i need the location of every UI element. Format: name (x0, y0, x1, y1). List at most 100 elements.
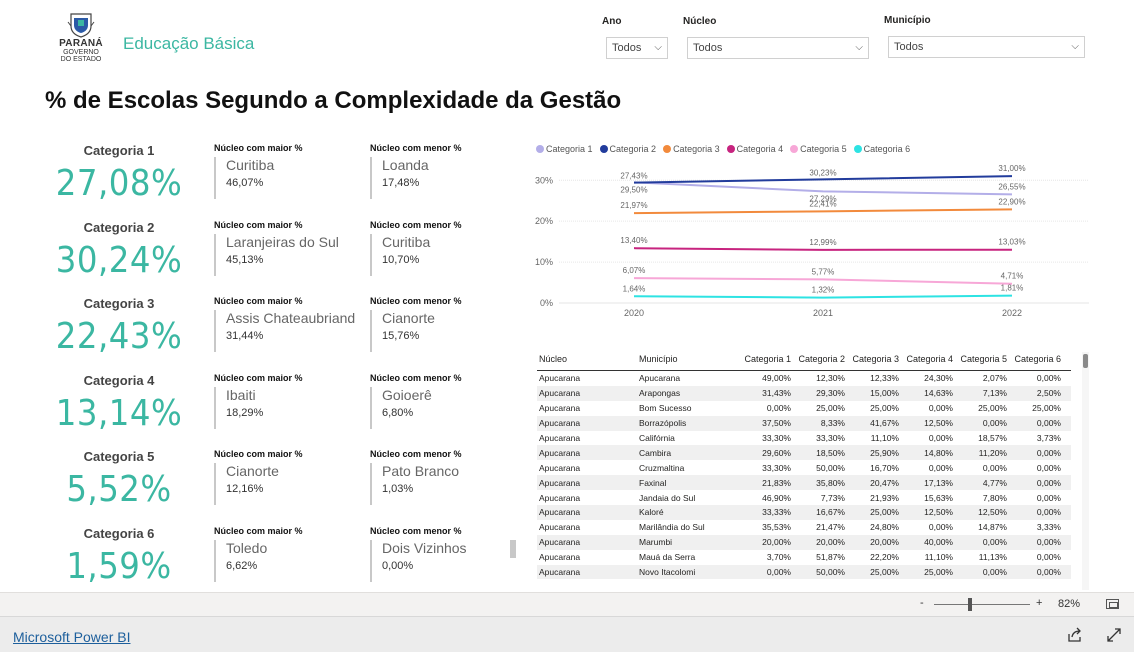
table-cell: 0,00% (928, 462, 953, 473)
column-header[interactable]: Categoria 6 (1009, 354, 1063, 364)
legend-item[interactable]: Categoria 3 (663, 144, 720, 154)
table-cell: Apucarana (539, 537, 581, 548)
table-cell: 25,00% (870, 403, 899, 414)
table-scrollbar[interactable] (1083, 354, 1088, 368)
power-bi-link[interactable]: Microsoft Power BI (13, 629, 130, 645)
column-header[interactable]: Categoria 1 (739, 354, 793, 364)
table-row[interactable]: Apucarana Bom Sucesso 0,00% 25,00% 25,00% 0,0… (537, 401, 1071, 416)
legend-marker (536, 145, 544, 153)
zoom-slider-thumb[interactable] (968, 598, 972, 611)
table-cell: Kaloré (639, 507, 664, 518)
table-cell: Bom Sucesso (639, 403, 692, 414)
table-cell: 20,47% (870, 477, 899, 488)
table-cell: 0,00% (982, 537, 1007, 548)
table-scrollbar-track[interactable] (1082, 352, 1089, 590)
column-header[interactable]: Núcleo (537, 354, 639, 364)
table-row[interactable]: Apucarana Cambira 29,60% 18,50% 25,90% 14,80%… (537, 445, 1071, 461)
legend-item[interactable]: Categoria 6 (853, 144, 910, 154)
max-nucleo-name: Ibaiti (226, 386, 256, 403)
table-row[interactable]: Apucarana Arapongas 31,43% 29,30% 15,00% 14,6… (537, 385, 1071, 401)
data-label: 31,00% (998, 164, 1025, 173)
series-line (633, 208, 1013, 215)
zoom-in-button[interactable]: + (1036, 597, 1042, 609)
table-cell: 0,00% (928, 522, 953, 533)
table-cell: 14,63% (924, 388, 953, 399)
table-cell: 24,30% (924, 373, 953, 384)
fit-to-page-icon[interactable] (1106, 599, 1119, 609)
column-header[interactable]: Categoria 2 (793, 354, 847, 364)
min-nucleo-card: Pato Branco 1,03% (370, 463, 500, 506)
table-cell: 2,07% (982, 373, 1007, 384)
zoom-slider-track[interactable] (934, 604, 1030, 605)
data-label: 27,43% (620, 172, 647, 181)
nucleo-filter-dropdown[interactable]: Todos ⌵ (687, 37, 869, 59)
ano-filter-dropdown[interactable]: Todos ⌵ (606, 37, 668, 59)
table-cell: 25,00% (816, 403, 845, 414)
municipio-filter-label: Município (884, 15, 931, 26)
table-cell: 0,00% (1036, 537, 1061, 548)
table-row[interactable]: Apucarana Novo Itacolomi 0,00% 50,00% 25,00%… (537, 564, 1071, 580)
cards-scrollbar[interactable] (510, 540, 516, 558)
table-cell: Cambira (639, 447, 672, 458)
y-tick-label: 0% (540, 298, 553, 308)
table-cell: 20,00% (816, 537, 845, 548)
fullscreen-icon[interactable] (1106, 627, 1122, 643)
legend-item[interactable]: Categoria 5 (790, 144, 847, 154)
column-header[interactable]: Categoria 4 (901, 354, 955, 364)
max-nucleo-card: Ibaiti 18,29% (214, 386, 364, 429)
max-nucleo-card: Curitiba 46,07% (214, 157, 364, 199)
legend-item[interactable]: Categoria 1 (536, 144, 593, 154)
table-cell: Apucarana (539, 418, 581, 429)
table-row[interactable]: Apucarana Marumbi 20,00% 20,00% 20,00% 40,00%… (537, 534, 1071, 550)
table-cell: 33,33% (762, 507, 791, 518)
table-cell: 0,00% (1036, 373, 1061, 384)
table-cell: 7,13% (982, 388, 1007, 399)
column-header[interactable]: Categoria 5 (955, 354, 1009, 364)
data-label: 13,03% (998, 238, 1025, 247)
table-cell: Apucarana (539, 388, 581, 399)
table-row[interactable]: Apucarana Califórnia 33,30% 33,30% 11,10% 0,0… (537, 431, 1071, 446)
table-row[interactable]: Apucarana Kaloré 33,33% 16,67% 25,00% 12,50% 1… (537, 505, 1071, 520)
table-cell: 22,20% (870, 552, 899, 563)
table-cell: Califórnia (639, 433, 675, 443)
table-cell: 20,00% (870, 537, 899, 548)
table-row[interactable]: Apucarana Mauá da Serra 3,70% 51,87% 22,20% 1… (537, 550, 1071, 565)
table-cell: Apucarana (539, 567, 581, 578)
table-row[interactable]: Apucarana Jandaia do Sul 46,90% 7,73% 21,93%… (537, 490, 1071, 505)
min-nucleo-name: Dois Vizinhos (382, 540, 467, 556)
table-row[interactable]: Apucarana Marilândia do Sul 35,53% 21,47% 24… (537, 520, 1071, 535)
data-label: 5,77% (812, 267, 835, 276)
table-cell: 12,50% (924, 507, 953, 518)
category-value: 30,24% (55, 239, 183, 281)
table-row[interactable]: Apucarana Apucarana 49,00% 12,30% 12,33% 24,3… (537, 371, 1071, 386)
max-nucleo-pct: 45,13% (226, 253, 264, 266)
table-cell: 24,80% (870, 522, 899, 533)
table-cell: 12,30% (816, 373, 845, 384)
max-nucleo-name: Curitiba (226, 157, 275, 173)
ano-filter-label: Ano (602, 16, 622, 27)
chart-legend: Categoria 1 Categoria 2 Categoria 3 Categor… (536, 144, 910, 154)
table-cell: 17,13% (924, 477, 953, 488)
column-header[interactable]: Categoria 3 (847, 354, 901, 364)
table-row[interactable]: Apucarana Borrazópolis 37,50% 8,33% 41,67% 12… (537, 415, 1071, 431)
table-row[interactable]: Apucarana Cruzmaltina 33,30% 50,00% 16,70% 0,… (537, 460, 1071, 475)
share-icon[interactable] (1067, 627, 1083, 643)
min-nucleo-card: Cianorte 15,76% (370, 310, 500, 353)
legend-item[interactable]: Categoria 2 (599, 144, 656, 154)
max-nucleo-pct: 12,16% (226, 483, 264, 496)
table-cell: 0,00% (1036, 462, 1061, 473)
table-cell: 14,80% (924, 447, 953, 458)
municipio-filter-dropdown[interactable]: Todos ⌵ (888, 36, 1085, 58)
series-line (633, 181, 1013, 196)
legend-item[interactable]: Categoria 4 (726, 144, 783, 154)
max-nucleo-pct: 46,07% (226, 177, 264, 189)
table-cell: 41,67% (870, 418, 899, 429)
min-nucleo-heading: Núcleo com menor % (370, 143, 462, 153)
table-cell: Apucarana (539, 373, 581, 384)
column-header[interactable]: Município (639, 354, 739, 364)
table-cell: Arapongas (639, 388, 681, 399)
table-cell: 18,50% (816, 447, 845, 458)
table-row[interactable]: Apucarana Faxinal 21,83% 35,80% 20,47% 17,13%… (537, 475, 1071, 491)
max-nucleo-card: Toledo 6,62% (214, 540, 364, 582)
zoom-out-button[interactable]: - (920, 597, 924, 609)
